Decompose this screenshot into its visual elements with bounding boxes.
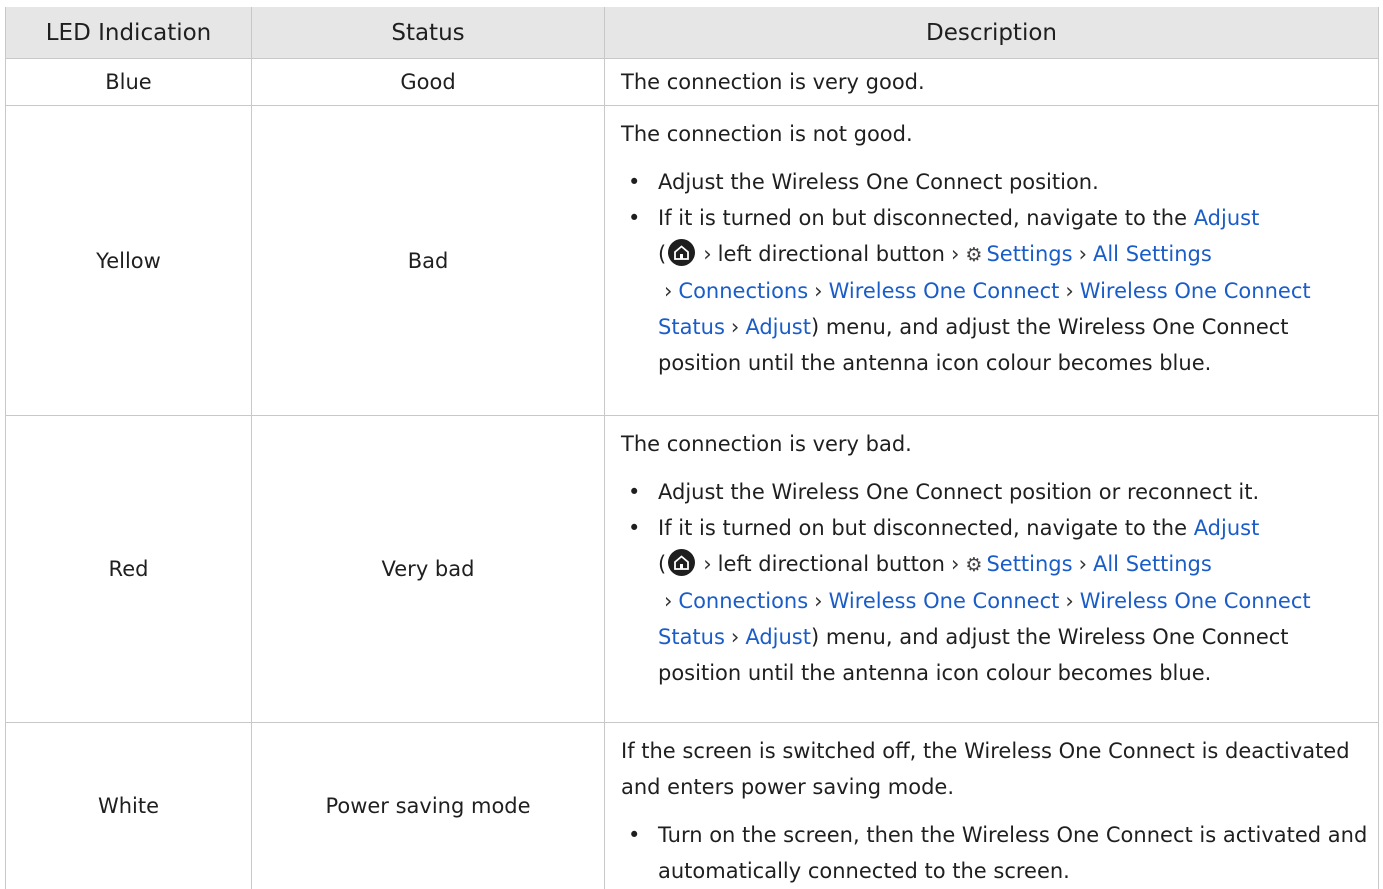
- chevron-right-icon: ›: [814, 279, 823, 303]
- all-settings-link[interactable]: All Settings: [1093, 242, 1212, 266]
- chevron-right-icon: ›: [1078, 242, 1087, 266]
- adjust-link[interactable]: Adjust: [1194, 206, 1260, 230]
- list-item-text: Adjust the Wireless One Connect position…: [658, 480, 1260, 504]
- open-paren: (: [658, 552, 667, 576]
- table-row-white: White Power saving mode If the screen is…: [5, 722, 1379, 889]
- settings-link[interactable]: Settings: [986, 242, 1072, 266]
- list-item: • Turn on the screen, then the Wireless O…: [628, 817, 1374, 889]
- led-indication-table: LED Indication Status Description Blue G…: [5, 7, 1379, 889]
- wireless-one-connect-link[interactable]: Wireless One Connect: [829, 279, 1060, 303]
- adjust-end-link[interactable]: Adjust: [745, 625, 811, 649]
- description-list: • Turn on the screen, then the Wireless O…: [621, 817, 1374, 889]
- chevron-right-icon: ›: [1065, 279, 1074, 303]
- chevron-right-icon: ›: [703, 242, 712, 266]
- home-icon: [668, 549, 696, 576]
- all-settings-link[interactable]: All Settings: [1093, 552, 1212, 576]
- description-cell: The connection is not good. • Adjust the …: [604, 105, 1379, 416]
- list-item: • Adjust the Wireless One Connect positio…: [628, 164, 1374, 200]
- led-cell: Red: [5, 415, 252, 723]
- table-row-yellow: Yellow Bad The connection is not good. •…: [5, 105, 1379, 416]
- chevron-right-icon: ›: [814, 589, 823, 613]
- description-lead: The connection is very bad.: [621, 432, 912, 456]
- wireless-one-connect-link[interactable]: Wireless One Connect: [829, 589, 1060, 613]
- bullet-mark: •: [628, 206, 641, 230]
- adjust-link[interactable]: Adjust: [1194, 516, 1260, 540]
- open-paren: (: [658, 242, 667, 266]
- gear-icon: ⚙: [965, 244, 983, 266]
- table-row-blue: Blue Good The connection is very good.: [5, 58, 1379, 106]
- led-cell: Blue: [5, 58, 252, 106]
- bullet-mark: •: [628, 170, 641, 194]
- chevron-right-icon: ›: [1078, 552, 1087, 576]
- chevron-right-icon: ›: [664, 589, 673, 613]
- chevron-right-icon: ›: [664, 279, 673, 303]
- bullet-mark: •: [628, 516, 641, 540]
- home-icon: [668, 239, 696, 266]
- list-item-navigation: • If it is turned on but disconnected, na…: [628, 200, 1374, 381]
- gear-icon: ⚙: [965, 554, 983, 576]
- description-list: • Adjust the Wireless One Connect positio…: [621, 164, 1374, 381]
- list-item-text: Turn on the screen, then the Wireless On…: [658, 823, 1368, 883]
- led-cell: White: [5, 722, 252, 889]
- bullet-mark: •: [628, 480, 641, 504]
- status-cell: Very bad: [251, 415, 605, 723]
- nav-intro: If it is turned on but disconnected, nav…: [658, 206, 1187, 230]
- description-lead: The connection is not good.: [621, 122, 913, 146]
- description-cell: If the screen is switched off, the Wirel…: [604, 722, 1379, 889]
- chevron-right-icon: ›: [1065, 589, 1074, 613]
- description-list: • Adjust the Wireless One Connect positio…: [621, 474, 1374, 691]
- status-cell: Power saving mode: [251, 722, 605, 889]
- bullet-mark: •: [628, 823, 641, 847]
- chevron-right-icon: ›: [703, 552, 712, 576]
- description-lead: If the screen is switched off, the Wirel…: [621, 739, 1350, 799]
- settings-link[interactable]: Settings: [986, 552, 1072, 576]
- status-cell: Good: [251, 58, 605, 106]
- nav-intro: If it is turned on but disconnected, nav…: [658, 516, 1187, 540]
- header-status: Status: [251, 7, 605, 59]
- table-header-row: LED Indication Status Description: [5, 7, 1379, 59]
- description-cell: The connection is very bad. • Adjust the …: [604, 415, 1379, 723]
- chevron-right-icon: ›: [730, 625, 740, 649]
- chevron-right-icon: ›: [950, 552, 960, 576]
- left-directional-button-text: left directional button: [717, 552, 945, 576]
- header-led-indication: LED Indication: [5, 7, 252, 59]
- table-row-red: Red Very bad The connection is very bad.…: [5, 415, 1379, 723]
- adjust-end-link[interactable]: Adjust: [745, 315, 811, 339]
- list-item-navigation: • If it is turned on but disconnected, na…: [628, 510, 1374, 691]
- list-item-text: Adjust the Wireless One Connect position…: [658, 170, 1099, 194]
- chevron-right-icon: ›: [730, 315, 740, 339]
- led-cell: Yellow: [5, 105, 252, 416]
- chevron-right-icon: ›: [950, 242, 960, 266]
- connections-link[interactable]: Connections: [678, 279, 808, 303]
- header-description: Description: [604, 7, 1379, 59]
- list-item: • Adjust the Wireless One Connect positio…: [628, 474, 1374, 510]
- status-cell: Bad: [251, 105, 605, 416]
- description-cell: The connection is very good.: [604, 58, 1379, 106]
- left-directional-button-text: left directional button: [717, 242, 945, 266]
- connections-link[interactable]: Connections: [678, 589, 808, 613]
